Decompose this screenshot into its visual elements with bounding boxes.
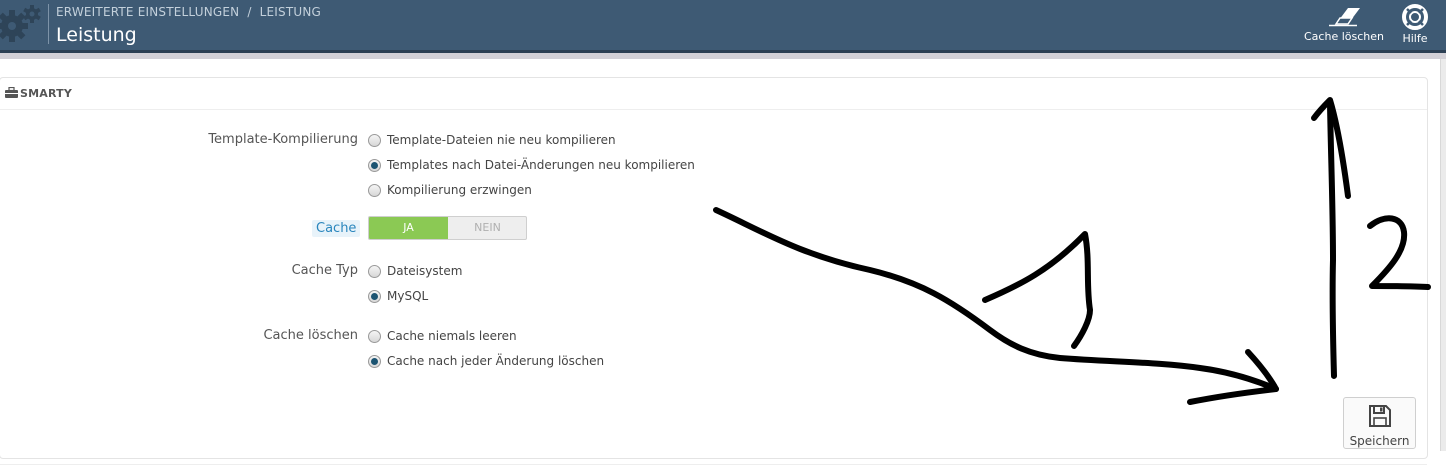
radio-label[interactable]: Cache nach jeder Änderung löschen: [387, 354, 604, 368]
radio-button[interactable]: [368, 133, 381, 147]
page-title: Leistung: [56, 24, 137, 46]
cache-toggle-no[interactable]: NEIN: [448, 217, 526, 239]
floppy-disk-icon: [1368, 405, 1391, 427]
breadcrumb-item-performance[interactable]: LEISTUNG: [260, 5, 321, 19]
save-label: Speichern: [1349, 434, 1410, 448]
radio-label[interactable]: MySQL: [387, 289, 428, 303]
scrollbar[interactable]: [1440, 59, 1446, 451]
clear-cache-label: Cache löschen: [1304, 30, 1384, 43]
radio-button[interactable]: [368, 329, 381, 343]
radio-option-never-clear[interactable]: Cache niemals leeren: [368, 327, 517, 345]
template-compilation-label: Template-Kompilierung: [208, 132, 358, 147]
clear-cache-setting-label: Cache löschen: [263, 328, 358, 343]
cache-label: Cache: [312, 220, 361, 237]
panel-heading: SMARTY: [0, 78, 1427, 110]
radio-label[interactable]: Templates nach Datei-Änderungen neu komp…: [387, 158, 695, 172]
cache-toggle[interactable]: JA NEIN: [368, 216, 527, 240]
page-header: ERWEITERTE EINSTELLUNGEN / LEISTUNG Leistu…: [0, 0, 1446, 50]
radio-option-filesystem[interactable]: Dateisystem: [368, 262, 462, 280]
radio-button[interactable]: [368, 264, 381, 278]
radio-button-checked[interactable]: [368, 158, 381, 172]
clear-cache-button[interactable]: Cache löschen: [1304, 4, 1384, 43]
radio-option-recompile-on-change[interactable]: Templates nach Datei-Änderungen neu komp…: [368, 156, 695, 174]
cache-toggle-yes[interactable]: JA: [369, 217, 448, 239]
radio-option-mysql[interactable]: MySQL: [368, 287, 428, 305]
radio-option-clear-after-change[interactable]: Cache nach jeder Änderung löschen: [368, 352, 604, 370]
help-label: Hilfe: [1402, 32, 1428, 45]
breadcrumb-item-advanced-settings[interactable]: ERWEITERTE EINSTELLUNGEN: [56, 5, 239, 19]
breadcrumb: ERWEITERTE EINSTELLUNGEN / LEISTUNG: [56, 5, 321, 19]
radio-option-force-compile[interactable]: Kompilierung erzwingen: [368, 181, 532, 199]
radio-button-checked[interactable]: [368, 289, 381, 303]
radio-label[interactable]: Kompilierung erzwingen: [387, 183, 532, 197]
radio-button-checked[interactable]: [368, 354, 381, 368]
radio-option-never-recompile[interactable]: Template-Dateien nie neu kompilieren: [368, 131, 616, 149]
header-divider: [48, 4, 49, 44]
radio-button[interactable]: [368, 183, 381, 197]
help-button[interactable]: Hilfe: [1400, 4, 1430, 45]
radio-label[interactable]: Template-Dateien nie neu kompilieren: [387, 133, 616, 147]
breadcrumb-separator: /: [247, 5, 252, 19]
eraser-icon: [1328, 8, 1360, 27]
cache-type-label: Cache Typ: [291, 263, 358, 278]
save-button[interactable]: Speichern: [1343, 397, 1416, 449]
gears-icon: [0, 5, 41, 42]
header-bottom-band: [0, 53, 1446, 59]
radio-label[interactable]: Cache niemals leeren: [387, 329, 517, 343]
radio-label[interactable]: Dateisystem: [387, 264, 462, 278]
briefcase-icon: [5, 87, 18, 98]
panel-title: SMARTY: [20, 87, 73, 100]
lifebuoy-icon: [1402, 4, 1428, 30]
